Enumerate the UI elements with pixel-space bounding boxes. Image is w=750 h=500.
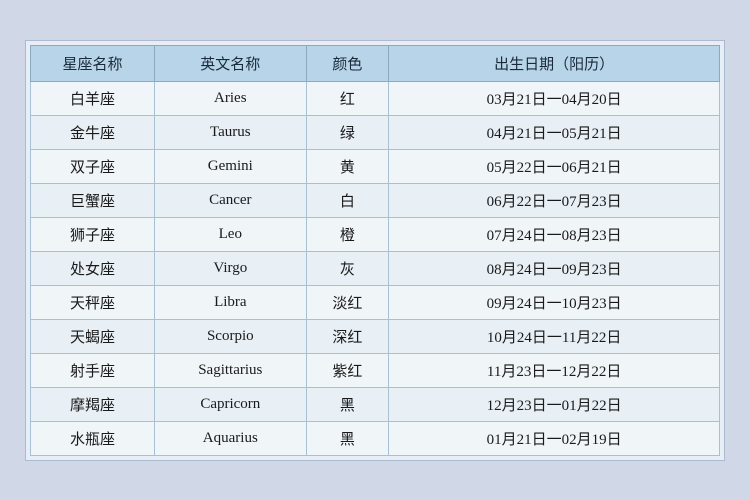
cell-date: 11月23日一12月22日 — [389, 353, 720, 387]
table-row: 射手座Sagittarius紫红11月23日一12月22日 — [31, 353, 720, 387]
header-en: 英文名称 — [155, 45, 307, 81]
cell-color: 绿 — [306, 115, 389, 149]
cell-color: 黄 — [306, 149, 389, 183]
cell-cn: 金牛座 — [31, 115, 155, 149]
cell-date: 08月24日一09月23日 — [389, 251, 720, 285]
table-row: 摩羯座Capricorn黑12月23日一01月22日 — [31, 387, 720, 421]
cell-cn: 处女座 — [31, 251, 155, 285]
cell-color: 红 — [306, 81, 389, 115]
table-row: 处女座Virgo灰08月24日一09月23日 — [31, 251, 720, 285]
cell-en: Sagittarius — [155, 353, 307, 387]
cell-color: 白 — [306, 183, 389, 217]
cell-date: 03月21日一04月20日 — [389, 81, 720, 115]
cell-color: 淡红 — [306, 285, 389, 319]
cell-cn: 巨蟹座 — [31, 183, 155, 217]
table-row: 狮子座Leo橙07月24日一08月23日 — [31, 217, 720, 251]
cell-cn: 天秤座 — [31, 285, 155, 319]
table-row: 金牛座Taurus绿04月21日一05月21日 — [31, 115, 720, 149]
cell-color: 橙 — [306, 217, 389, 251]
cell-cn: 水瓶座 — [31, 421, 155, 455]
cell-en: Gemini — [155, 149, 307, 183]
cell-en: Leo — [155, 217, 307, 251]
table-row: 白羊座Aries红03月21日一04月20日 — [31, 81, 720, 115]
cell-cn: 双子座 — [31, 149, 155, 183]
table-row: 巨蟹座Cancer白06月22日一07月23日 — [31, 183, 720, 217]
header-cn: 星座名称 — [31, 45, 155, 81]
cell-en: Aquarius — [155, 421, 307, 455]
cell-color: 黑 — [306, 421, 389, 455]
table-row: 天秤座Libra淡红09月24日一10月23日 — [31, 285, 720, 319]
cell-en: Virgo — [155, 251, 307, 285]
table-row: 天蝎座Scorpio深红10月24日一11月22日 — [31, 319, 720, 353]
cell-color: 紫红 — [306, 353, 389, 387]
cell-cn: 摩羯座 — [31, 387, 155, 421]
cell-date: 01月21日一02月19日 — [389, 421, 720, 455]
cell-cn: 射手座 — [31, 353, 155, 387]
cell-date: 04月21日一05月21日 — [389, 115, 720, 149]
header-color: 颜色 — [306, 45, 389, 81]
table-row: 双子座Gemini黄05月22日一06月21日 — [31, 149, 720, 183]
cell-en: Cancer — [155, 183, 307, 217]
cell-en: Capricorn — [155, 387, 307, 421]
cell-cn: 狮子座 — [31, 217, 155, 251]
cell-cn: 白羊座 — [31, 81, 155, 115]
zodiac-table: 星座名称 英文名称 颜色 出生日期（阳历） 白羊座Aries红03月21日一04… — [30, 45, 720, 456]
cell-en: Scorpio — [155, 319, 307, 353]
cell-en: Taurus — [155, 115, 307, 149]
cell-date: 06月22日一07月23日 — [389, 183, 720, 217]
zodiac-table-container: 星座名称 英文名称 颜色 出生日期（阳历） 白羊座Aries红03月21日一04… — [25, 40, 725, 461]
table-row: 水瓶座Aquarius黑01月21日一02月19日 — [31, 421, 720, 455]
cell-en: Aries — [155, 81, 307, 115]
header-date: 出生日期（阳历） — [389, 45, 720, 81]
table-header-row: 星座名称 英文名称 颜色 出生日期（阳历） — [31, 45, 720, 81]
cell-date: 12月23日一01月22日 — [389, 387, 720, 421]
cell-color: 深红 — [306, 319, 389, 353]
cell-date: 07月24日一08月23日 — [389, 217, 720, 251]
cell-color: 灰 — [306, 251, 389, 285]
cell-color: 黑 — [306, 387, 389, 421]
cell-date: 05月22日一06月21日 — [389, 149, 720, 183]
cell-cn: 天蝎座 — [31, 319, 155, 353]
cell-date: 10月24日一11月22日 — [389, 319, 720, 353]
cell-en: Libra — [155, 285, 307, 319]
cell-date: 09月24日一10月23日 — [389, 285, 720, 319]
